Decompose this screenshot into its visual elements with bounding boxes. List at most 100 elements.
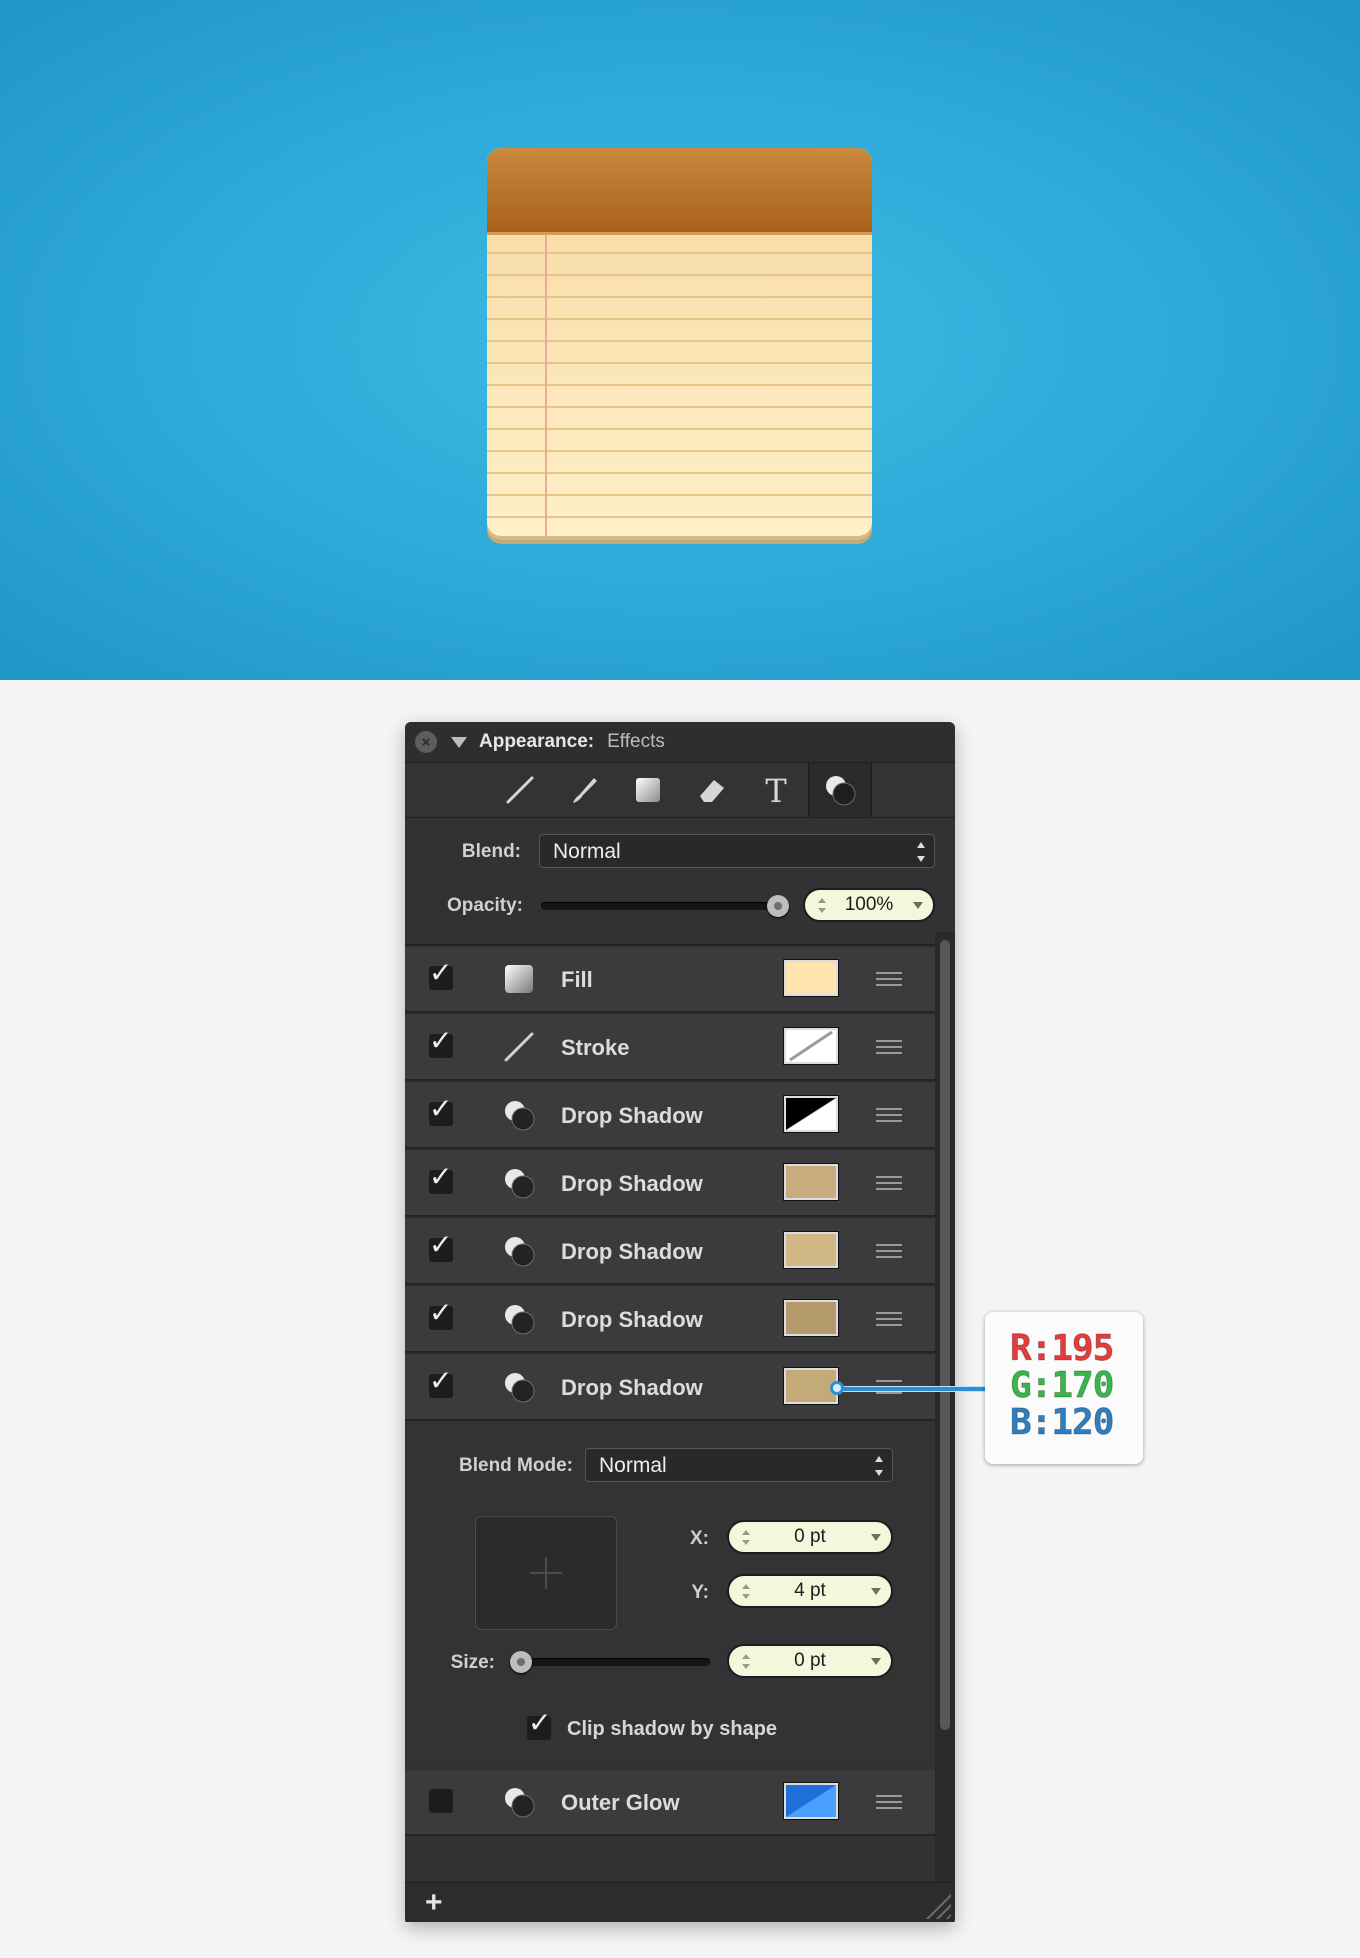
drag-handle-icon[interactable] xyxy=(876,1176,902,1190)
disclosure-triangle-icon[interactable] xyxy=(451,736,467,748)
size-stepper[interactable]: 0 pt xyxy=(727,1644,893,1678)
size-slider-track[interactable] xyxy=(510,1658,710,1666)
fill-icon xyxy=(501,961,537,997)
effect-row[interactable]: ✓ Drop Shadow xyxy=(405,1287,935,1353)
blend-mode-label: Blend Mode: xyxy=(459,1455,573,1476)
effect-enabled-checkbox[interactable]: ✓ xyxy=(429,1163,453,1194)
drag-handle-icon[interactable] xyxy=(876,972,902,986)
effect-row[interactable]: ✓ Stroke xyxy=(405,1015,935,1081)
callout-blue-value: B:120 xyxy=(1009,1402,1114,1444)
stepper-down-icon[interactable] xyxy=(742,1540,750,1545)
checkmark-icon: ✓ xyxy=(429,1093,453,1124)
resize-grip-icon[interactable] xyxy=(925,1893,951,1919)
stroke-icon xyxy=(501,1029,537,1065)
drag-handle-icon[interactable] xyxy=(876,1312,902,1326)
opacity-label: Opacity: xyxy=(446,895,523,916)
drop-shadow-icon xyxy=(501,1233,537,1269)
panel-footer: + xyxy=(405,1882,955,1922)
blend-mode-select[interactable]: Normal xyxy=(585,1448,893,1482)
effect-name: Drop Shadow xyxy=(561,1171,703,1196)
stepper-down-icon[interactable] xyxy=(742,1594,750,1599)
shape-icon[interactable] xyxy=(616,763,680,817)
effect-enabled-checkbox[interactable]: ✓ xyxy=(429,1027,453,1058)
add-effect-button[interactable]: + xyxy=(425,1886,443,1920)
drag-handle-icon[interactable] xyxy=(876,1244,902,1258)
effect-enabled-checkbox[interactable]: ✓ xyxy=(429,1367,453,1398)
effect-enabled-checkbox[interactable]: ✓ xyxy=(429,1231,453,1262)
artboard-canvas xyxy=(0,0,1360,680)
drop-shadow-icon xyxy=(501,1369,537,1405)
effect-enabled-checkbox[interactable]: ✓ xyxy=(429,959,453,990)
dropdown-arrow-icon[interactable] xyxy=(913,902,923,909)
x-value: 0 pt xyxy=(794,1526,826,1547)
drop-shadow-icon xyxy=(501,1301,537,1337)
opacity-slider-knob[interactable] xyxy=(767,895,789,917)
color-swatch[interactable] xyxy=(784,1028,838,1064)
opacity-stepper[interactable]: 100% xyxy=(803,888,935,922)
checkmark-icon: ✓ xyxy=(528,1707,552,1738)
effect-enabled-checkbox[interactable] xyxy=(429,1789,453,1813)
effect-row[interactable]: ✓ Drop Shadow xyxy=(405,1083,935,1149)
clip-shadow-checkbox[interactable]: ✓ xyxy=(527,1709,551,1740)
effect-name: Drop Shadow xyxy=(561,1307,703,1332)
effect-name: Fill xyxy=(561,967,593,992)
blend-select-value: Normal xyxy=(553,840,621,863)
color-swatch[interactable] xyxy=(784,1096,838,1132)
clip-shadow-label: Clip shadow by shape xyxy=(567,1718,778,1740)
stepper-down-icon[interactable] xyxy=(818,908,826,913)
outer-glow-icon xyxy=(501,1784,537,1820)
effect-row[interactable]: Outer Glow xyxy=(405,1770,935,1836)
scrollbar-thumb[interactable] xyxy=(940,940,950,1730)
svg-text:T: T xyxy=(765,772,787,808)
text-tool-icon[interactable]: T xyxy=(744,763,808,817)
effect-enabled-checkbox[interactable]: ✓ xyxy=(429,1095,453,1126)
x-stepper[interactable]: 0 pt xyxy=(727,1520,893,1554)
line-tool-icon[interactable] xyxy=(488,763,552,817)
offset-preview-pad[interactable] xyxy=(475,1516,617,1630)
brush-icon[interactable] xyxy=(552,763,616,817)
notepad-margin-line xyxy=(545,232,547,536)
panel-title-label: Appearance: xyxy=(479,731,595,752)
callout-red-value: R:195 xyxy=(1009,1328,1114,1370)
stepper-down-icon[interactable] xyxy=(742,1664,750,1669)
effect-enabled-checkbox[interactable]: ✓ xyxy=(429,1299,453,1330)
size-label: Size: xyxy=(450,1652,495,1673)
stepper-up-icon[interactable] xyxy=(742,1584,750,1589)
drag-handle-icon[interactable] xyxy=(876,1040,902,1054)
color-swatch[interactable] xyxy=(784,1300,838,1336)
eraser-icon[interactable] xyxy=(680,763,744,817)
effect-row[interactable]: ✓ Drop Shadow xyxy=(405,1151,935,1217)
close-icon[interactable]: × xyxy=(415,731,437,753)
drop-shadow-icon xyxy=(501,1165,537,1201)
color-swatch[interactable] xyxy=(784,1164,838,1200)
y-stepper[interactable]: 4 pt xyxy=(727,1574,893,1608)
dropdown-arrow-icon[interactable] xyxy=(871,1534,881,1541)
color-swatch[interactable] xyxy=(784,1783,838,1819)
callout-connector-line xyxy=(838,1386,986,1392)
effect-row[interactable]: ✓ Drop Shadow xyxy=(405,1219,935,1285)
opacity-slider-track[interactable] xyxy=(541,902,779,910)
size-slider-knob[interactable] xyxy=(510,1651,532,1673)
stepper-up-icon[interactable] xyxy=(742,1654,750,1659)
drop-shadow-details: Blend Mode: Normal X: 0 pt Y: 4 pt Size: xyxy=(405,1422,935,1765)
drop-shadow-icon xyxy=(501,1097,537,1133)
notepad-header-binding xyxy=(487,148,872,232)
effect-name: Drop Shadow xyxy=(561,1103,703,1128)
callout-green-value: G:170 xyxy=(1009,1365,1114,1407)
dropdown-arrow-icon[interactable] xyxy=(871,1658,881,1665)
effect-row[interactable]: ✓ Fill xyxy=(405,947,935,1013)
stepper-up-icon[interactable] xyxy=(742,1530,750,1535)
drag-handle-icon[interactable] xyxy=(876,1795,902,1809)
notepad-paper xyxy=(487,148,872,536)
dropdown-arrow-icon[interactable] xyxy=(871,1588,881,1595)
color-swatch[interactable] xyxy=(784,960,838,996)
drag-handle-icon[interactable] xyxy=(876,1108,902,1122)
blend-select[interactable]: Normal xyxy=(539,834,935,868)
scrollbar[interactable] xyxy=(935,932,955,1892)
appearance-panel: × Appearance: Effects T Blend: Normal Op… xyxy=(405,722,955,1922)
crosshair-icon xyxy=(530,1557,562,1589)
effects-icon[interactable] xyxy=(808,763,872,817)
stepper-up-icon[interactable] xyxy=(818,898,826,903)
select-arrows-icon xyxy=(875,1456,883,1476)
color-swatch[interactable] xyxy=(784,1232,838,1268)
